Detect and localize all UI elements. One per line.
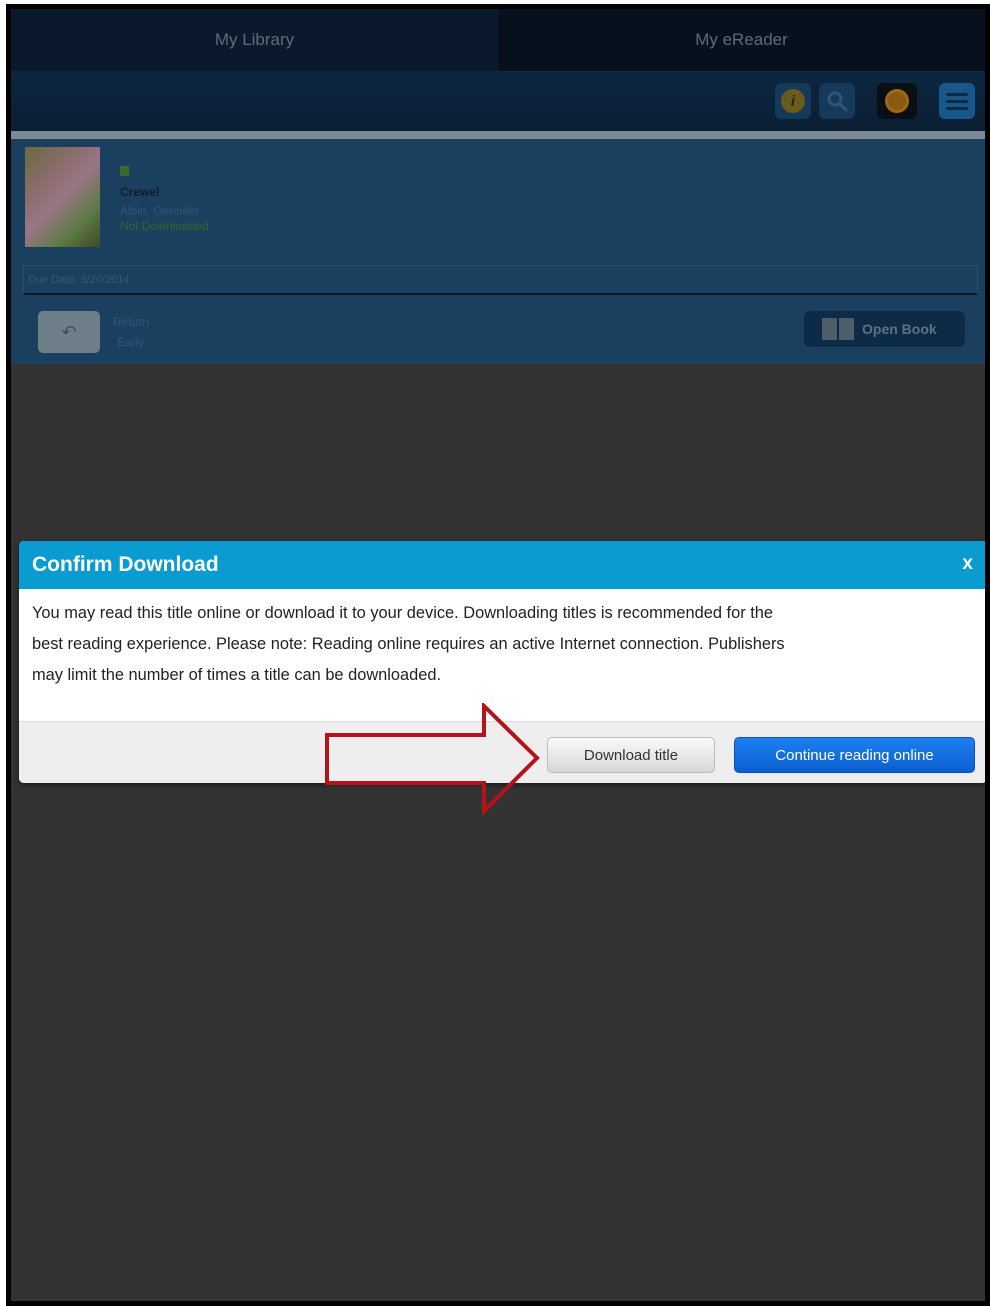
sync-icon <box>885 89 909 113</box>
open-book-button[interactable]: Open Book <box>804 311 965 347</box>
search-icon <box>827 91 848 112</box>
toolbar: i <box>11 71 985 131</box>
info-button[interactable]: i <box>775 83 811 119</box>
divider <box>11 131 985 139</box>
dialog-message-line: You may read this title online or downlo… <box>32 604 774 622</box>
book-cover[interactable] <box>25 147 100 247</box>
dialog-message: You may read this title online or downlo… <box>32 598 972 691</box>
ebook-format-icon <box>120 166 129 176</box>
dialog-title: Confirm Download <box>32 553 219 576</box>
menu-button[interactable] <box>939 83 975 119</box>
tab-my-library[interactable]: My Library <box>11 9 498 71</box>
tab-my-ereader[interactable]: My eReader <box>498 9 985 71</box>
annotation-arrow-icon <box>325 703 540 815</box>
book-icon <box>822 318 854 340</box>
app: My Library My eReader i Crewel Albin, Ge… <box>11 9 985 1301</box>
search-button[interactable] <box>819 83 855 119</box>
close-button[interactable]: x <box>962 553 973 575</box>
top-tabs: My Library My eReader <box>11 9 985 71</box>
book-title: Crewel <box>120 185 160 199</box>
info-icon: i <box>781 89 805 113</box>
return-label: Return <box>113 315 150 329</box>
dialog-header: Confirm Download x <box>19 541 985 589</box>
menu-icon <box>946 89 968 114</box>
undo-arrow-icon: ↶ <box>61 321 77 342</box>
book-item: Crewel Albin, Gennifer Not Downloaded Du… <box>11 139 985 364</box>
dialog-message-line: best reading experience. Please note: Re… <box>32 635 785 653</box>
dialog-message-line: may limit the number of times a title ca… <box>32 666 442 684</box>
due-date-row: Due Date: 9/20/2014 <box>23 265 978 295</box>
return-early-button[interactable]: ↶ <box>38 311 100 353</box>
open-book-label: Open Book <box>862 321 937 337</box>
sync-button[interactable] <box>877 83 917 119</box>
early-label: Early <box>117 335 145 349</box>
download-status: Not Downloaded <box>120 219 209 233</box>
due-date: Due Date: 9/20/2014 <box>28 274 130 286</box>
screenshot-frame: My Library My eReader i Crewel Albin, Ge… <box>6 4 990 1306</box>
book-author: Albin, Gennifer <box>120 204 200 218</box>
download-title-button[interactable]: Download title <box>547 737 715 773</box>
continue-reading-online-button[interactable]: Continue reading online <box>734 737 975 773</box>
